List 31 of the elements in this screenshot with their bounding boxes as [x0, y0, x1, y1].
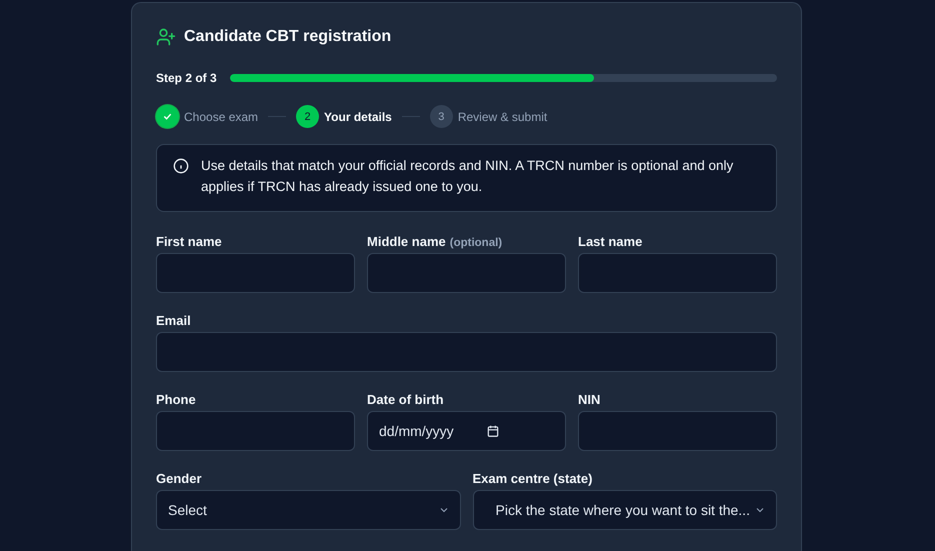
- text-field[interactable]: [156, 332, 777, 372]
- step-counter: Step 2 of 3: [156, 71, 217, 85]
- field-label: Email: [156, 313, 191, 328]
- notice-text: Use details that match your official records and NIN. A TRCN number is optional and only applies if TRCN has already issued one to you.: [201, 157, 734, 196]
- field-label: Last name: [578, 234, 642, 249]
- info-icon: [173, 158, 189, 174]
- text-field[interactable]: [367, 253, 566, 293]
- step-indicator: 3: [430, 105, 453, 128]
- step-label: Review & submit: [458, 110, 548, 124]
- field-label: Gender: [156, 471, 202, 486]
- step-indicator: 2: [296, 105, 320, 128]
- optional-note: (optional): [450, 237, 502, 249]
- text-field[interactable]: [156, 253, 355, 293]
- card-title: Candidate CBT registration: [184, 28, 392, 46]
- text-field[interactable]: [578, 253, 777, 293]
- field-label: NIN: [578, 392, 600, 407]
- date-field[interactable]: dd/mm/yyyy: [367, 411, 566, 451]
- field-label: Middle name: [367, 234, 446, 249]
- text-field[interactable]: [156, 411, 355, 451]
- select-dropdown[interactable]: Pick the state where you want to sit the...: [472, 490, 777, 530]
- field-label: Exam centre (state): [472, 471, 592, 486]
- check-icon: [162, 111, 173, 122]
- field-label: Phone: [156, 392, 196, 407]
- user-plus-icon: [156, 27, 176, 47]
- calendar-icon: [486, 424, 500, 438]
- select-dropdown[interactable]: Select: [156, 490, 460, 530]
- field-label: First name: [156, 234, 222, 249]
- step-label: Your details: [324, 110, 392, 124]
- step-label: Choose exam: [184, 110, 258, 124]
- field-label: Date of birth: [367, 392, 444, 407]
- text-field[interactable]: [578, 411, 777, 451]
